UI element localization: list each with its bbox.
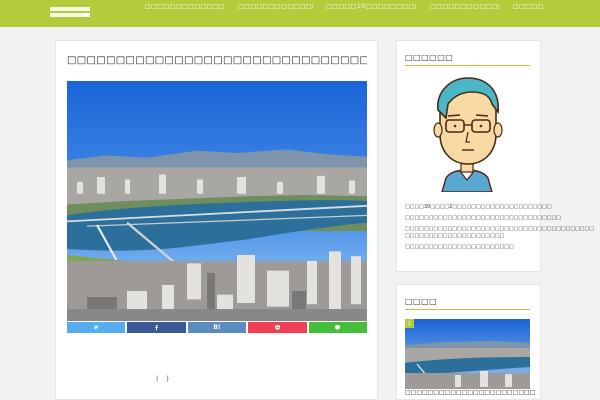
ranking-thumbnail-image	[405, 319, 530, 389]
author-bio-line: □□□□□□□□□□□□□□□□□□□□□□□□□□□□□□□□□	[405, 215, 561, 221]
twitter-icon	[93, 325, 99, 330]
ranking-widget: □□□□ 1 □□□□□□□□□□□□□□□□□□□□□□□□□□□□	[396, 284, 541, 400]
article-title: □□□□□□□□□□□□□□□□□□□□□□□□□□□□□□□□□□□	[67, 55, 367, 66]
author-bio-line: □□□□□□□□□□□□□□□□□□□□□□□	[405, 244, 514, 250]
ranking-item-1-thumbnail[interactable]: 1	[405, 319, 530, 389]
nav-item-2[interactable]: □□□□□□□□□□□□□30	[238, 3, 313, 17]
profile-widget: □□□□□□ □□□□30□□□□2□□□□□□□□□□□□□□□□□□□□□ …	[396, 40, 594, 272]
author-bio: □□□□30□□□□2□□□□□□□□□□□□□□□□□□□□□ □□□□□□□…	[405, 204, 595, 255]
article-body-text: ( )	[156, 375, 170, 383]
logo-mark-icon	[84, 13, 90, 17]
nav-item-1[interactable]: □□□□□□□□□□□□□□□□□□□	[145, 3, 225, 17]
facebook-share-button[interactable]	[127, 322, 186, 333]
ranking-item-1-title[interactable]: □□□□□□□□□□□□□□□□□□□□□□□□□□□□	[405, 389, 535, 397]
pocket-share-button[interactable]	[248, 322, 307, 333]
pocket-icon	[274, 325, 280, 330]
twitter-share-button[interactable]	[67, 322, 126, 333]
line-icon	[335, 325, 341, 331]
profile-widget-title: □□□□□□	[405, 53, 530, 66]
nav-item-3[interactable]: □□□□□10□□□□□□□□□□□□□	[326, 3, 416, 17]
site-logo[interactable]	[50, 7, 90, 19]
rank-badge: 1	[405, 319, 414, 328]
nav-item-4[interactable]: □□□□□□□□□□□□□□□□	[430, 3, 500, 17]
article-card: □□□□□□□□□□□□□□□□□□□□□□□□□□□□□□□□□□□	[55, 40, 378, 400]
author-bio-line: □□□□□□□□□□□□□□□□□□□□□□□□□□□□□□□□□□□□□□□□…	[405, 226, 594, 239]
ranking-widget-title: □□□□	[405, 297, 530, 310]
hatena-bookmark-label: B!	[213, 324, 221, 331]
line-share-button[interactable]	[308, 322, 368, 333]
author-bio-line: □□□□30□□□□2□□□□□□□□□□□□□□□□□□□□□	[405, 204, 552, 210]
article-hero-image	[67, 81, 367, 321]
facebook-icon	[155, 325, 159, 331]
share-buttons: B!	[67, 322, 368, 333]
site-header: □□□□□□□□□□□□□□□□□□□ □□□□□□□□□□□□□30 □□□□…	[0, 0, 600, 27]
author-avatar-illustration	[433, 77, 503, 192]
nav-item-5[interactable]: □□□□□	[513, 3, 543, 17]
hatena-bookmark-button[interactable]: B!	[187, 322, 247, 333]
